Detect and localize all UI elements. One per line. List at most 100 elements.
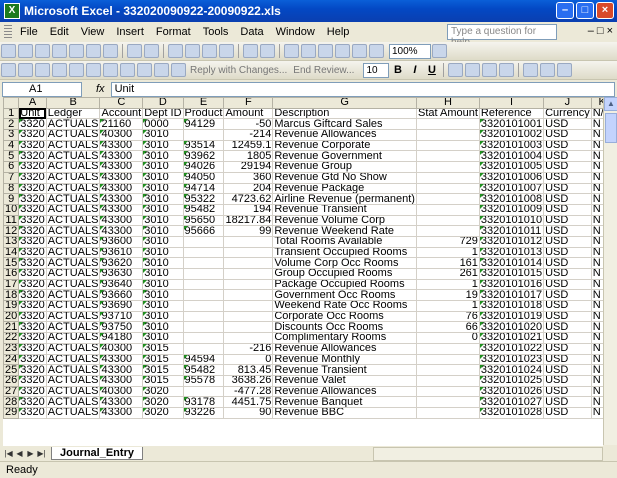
cell[interactable]: 43300	[99, 374, 144, 387]
cell[interactable]: 3320101010	[478, 214, 545, 227]
cell[interactable]: 43300	[99, 364, 144, 376]
cell[interactable]: ACTUALS	[45, 321, 101, 334]
cell[interactable]: 3010	[142, 310, 184, 323]
cell[interactable]	[223, 246, 274, 259]
cell[interactable]: 0	[223, 353, 274, 366]
menu-tools[interactable]: Tools	[197, 26, 235, 38]
cell[interactable]: Revenue Weekend Rate	[272, 225, 417, 237]
column-header[interactable]: K	[590, 97, 603, 109]
cell[interactable]	[223, 332, 274, 344]
cell[interactable]: ACTUALS	[45, 332, 101, 344]
toolbar-icon-9[interactable]	[137, 63, 152, 77]
cell[interactable]: N	[590, 225, 603, 237]
row-header[interactable]: 10	[3, 203, 20, 216]
menu-edit[interactable]: Edit	[44, 26, 75, 38]
cell[interactable]: 4723.62	[223, 193, 274, 205]
cell[interactable]: 43300	[99, 214, 144, 227]
cell[interactable]	[223, 300, 274, 312]
first-sheet-icon[interactable]: |◀	[3, 449, 14, 458]
cell[interactable]	[415, 139, 480, 152]
row-header[interactable]: 23	[3, 342, 20, 355]
cell[interactable]: 3320101005	[478, 161, 545, 173]
cell[interactable]: N	[590, 139, 603, 152]
cell[interactable]: Transient Occupied Rooms	[272, 246, 417, 259]
name-box[interactable]: A1	[2, 81, 82, 97]
cell[interactable]: 29194	[223, 161, 274, 173]
row-header[interactable]: 1	[3, 107, 20, 120]
cell[interactable]	[182, 129, 225, 141]
cell[interactable]: ACTUALS	[45, 214, 101, 227]
cell[interactable]	[415, 353, 480, 366]
cell[interactable]	[182, 321, 225, 334]
cell[interactable]: 3320101015	[478, 268, 545, 280]
row-header[interactable]: 7	[3, 171, 20, 184]
cell[interactable]: 40300	[99, 342, 144, 355]
cell[interactable]: Unit	[18, 107, 47, 120]
prev-sheet-icon[interactable]: ◀	[14, 449, 25, 458]
cell[interactable]	[415, 161, 480, 173]
cell[interactable]: USD	[543, 203, 592, 216]
cell[interactable]: 3320	[18, 278, 47, 291]
toolbar-grip-icon[interactable]	[4, 25, 12, 39]
cell[interactable]: N	[590, 150, 603, 163]
open-icon[interactable]	[18, 44, 33, 58]
cell[interactable]	[415, 203, 480, 216]
hyperlink-icon[interactable]	[284, 44, 299, 58]
cell[interactable]: ACTUALS	[45, 396, 101, 408]
toolbar-icon-7[interactable]	[103, 63, 118, 77]
cell[interactable]: 3010	[142, 214, 184, 227]
cell[interactable]: ACTUALS	[45, 150, 101, 163]
cell[interactable]: 93620	[99, 257, 144, 269]
cell[interactable]: Product	[182, 107, 225, 120]
cell[interactable]: 3320101021	[478, 332, 545, 344]
cell[interactable]: 93640	[99, 278, 144, 291]
cell[interactable]: 3320101008	[478, 193, 545, 205]
cell[interactable]: Description	[272, 107, 417, 120]
cell[interactable]: 43300	[99, 203, 144, 216]
cell[interactable]: USD	[543, 246, 592, 259]
cell[interactable]: 3320	[18, 193, 47, 205]
zoom-select[interactable]: 100%	[389, 43, 431, 59]
cell[interactable]: ACTUALS	[45, 171, 101, 184]
cell[interactable]: N	[590, 214, 603, 227]
cell[interactable]: Revenue Government	[272, 150, 417, 163]
minimize-button[interactable]: –	[556, 2, 574, 19]
autosum-icon[interactable]	[301, 44, 316, 58]
bold-button[interactable]: B	[390, 64, 405, 76]
cell[interactable]: Dept ID	[142, 107, 184, 120]
cell[interactable]: ACTUALS	[45, 235, 101, 248]
cell[interactable]: 1	[415, 300, 480, 312]
cell[interactable]: USD	[543, 118, 592, 131]
row-header[interactable]: 16	[3, 268, 20, 280]
row-header[interactable]: 5	[3, 150, 20, 163]
cell[interactable]	[182, 332, 225, 344]
cell[interactable]: 3010	[142, 246, 184, 259]
cell[interactable]: Ledger	[45, 107, 101, 120]
cell[interactable]: 3320101009	[478, 203, 545, 216]
cell[interactable]: 95666	[182, 225, 225, 237]
cell[interactable]: 3010	[142, 235, 184, 248]
cell[interactable]: 3320101023	[478, 353, 545, 366]
row-header[interactable]: 24	[3, 353, 20, 366]
cell[interactable]: 93600	[99, 235, 144, 248]
doc-close-icon[interactable]: ×	[607, 25, 613, 37]
cell[interactable]: USD	[543, 278, 592, 291]
cell[interactable]: ACTUALS	[45, 342, 101, 355]
row-header[interactable]: 13	[3, 235, 20, 248]
cell[interactable]	[182, 289, 225, 302]
cell[interactable]: Revenue Gtd No Show	[272, 171, 417, 184]
cell[interactable]: 3010	[142, 268, 184, 280]
cell[interactable]: Revenue Banquet	[272, 396, 417, 408]
cell[interactable]: 3320	[18, 300, 47, 312]
spreadsheet-grid[interactable]: A B C D E F G H I J K 1UnitLedgerAccount…	[3, 97, 603, 457]
row-header[interactable]: 28	[3, 396, 20, 408]
cell[interactable]: 94050	[182, 171, 225, 184]
cell[interactable]: 3320101020	[478, 321, 545, 334]
cell[interactable]: -214	[223, 129, 274, 141]
cell[interactable]: 43300	[99, 150, 144, 163]
cell[interactable]: Revenue Group	[272, 161, 417, 173]
cell[interactable]: 3320	[18, 203, 47, 216]
cell[interactable]: 93514	[182, 139, 225, 152]
cell[interactable]: Revenue Monthly	[272, 353, 417, 366]
cell[interactable]: Reference	[478, 107, 545, 120]
